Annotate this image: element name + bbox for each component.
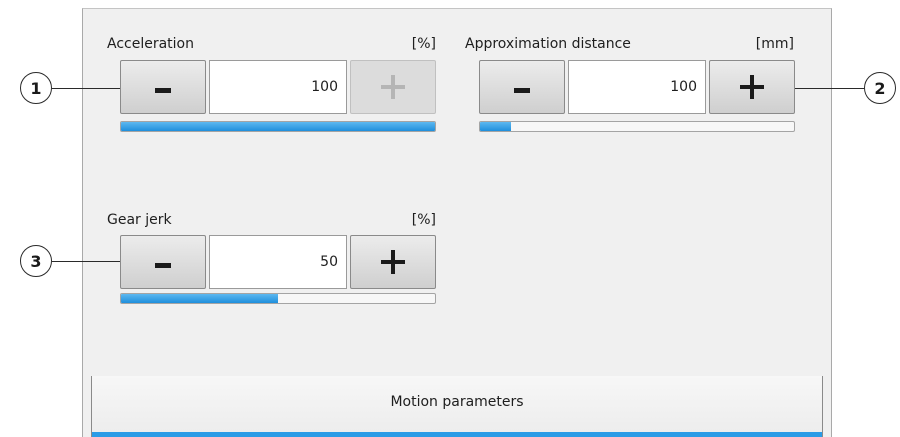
minus-icon [514,87,530,93]
gear-jerk-value-field[interactable]: 50 [209,235,347,289]
approximation-distance-level-bar [479,121,795,132]
minus-icon [155,262,171,268]
callout-3-leader-line [52,261,120,262]
acceleration-increase-button[interactable] [350,60,436,114]
callout-2: 2 [864,72,896,104]
callout-1: 1 [20,72,52,104]
acceleration-label: Acceleration [107,36,194,52]
plus-icon [740,75,764,99]
gear-jerk-level-fill [121,294,278,303]
acceleration-level-bar [120,121,436,132]
approximation-distance-label: Approximation distance [465,36,631,52]
acceleration-unit: [%] [411,36,436,52]
tab-active-indicator [92,432,822,437]
acceleration-value-field[interactable]: 100 [209,60,347,114]
approximation-distance-unit: [mm] [755,36,794,52]
screen: Acceleration [%] 100 Approximation dista… [0,0,900,437]
minus-icon [155,87,171,93]
approximation-distance-value-field[interactable]: 100 [568,60,706,114]
callout-3: 3 [20,245,52,277]
callout-1-leader-line [52,88,120,89]
tab-motion-parameters-label: Motion parameters [390,394,524,410]
gear-jerk-increase-button[interactable] [350,235,436,289]
gear-jerk-level-bar [120,293,436,304]
gear-jerk-unit: [%] [411,212,436,228]
plus-icon [381,250,405,274]
approximation-distance-level-fill [480,122,512,131]
gear-jerk-label: Gear jerk [107,212,172,228]
acceleration-level-fill [121,122,435,131]
plus-icon [381,75,405,99]
gear-jerk-decrease-button[interactable] [120,235,206,289]
tab-motion-parameters[interactable]: Motion parameters [91,376,823,437]
callout-2-leader-line [795,88,864,89]
approximation-distance-decrease-button[interactable] [479,60,565,114]
acceleration-decrease-button[interactable] [120,60,206,114]
approximation-distance-increase-button[interactable] [709,60,795,114]
